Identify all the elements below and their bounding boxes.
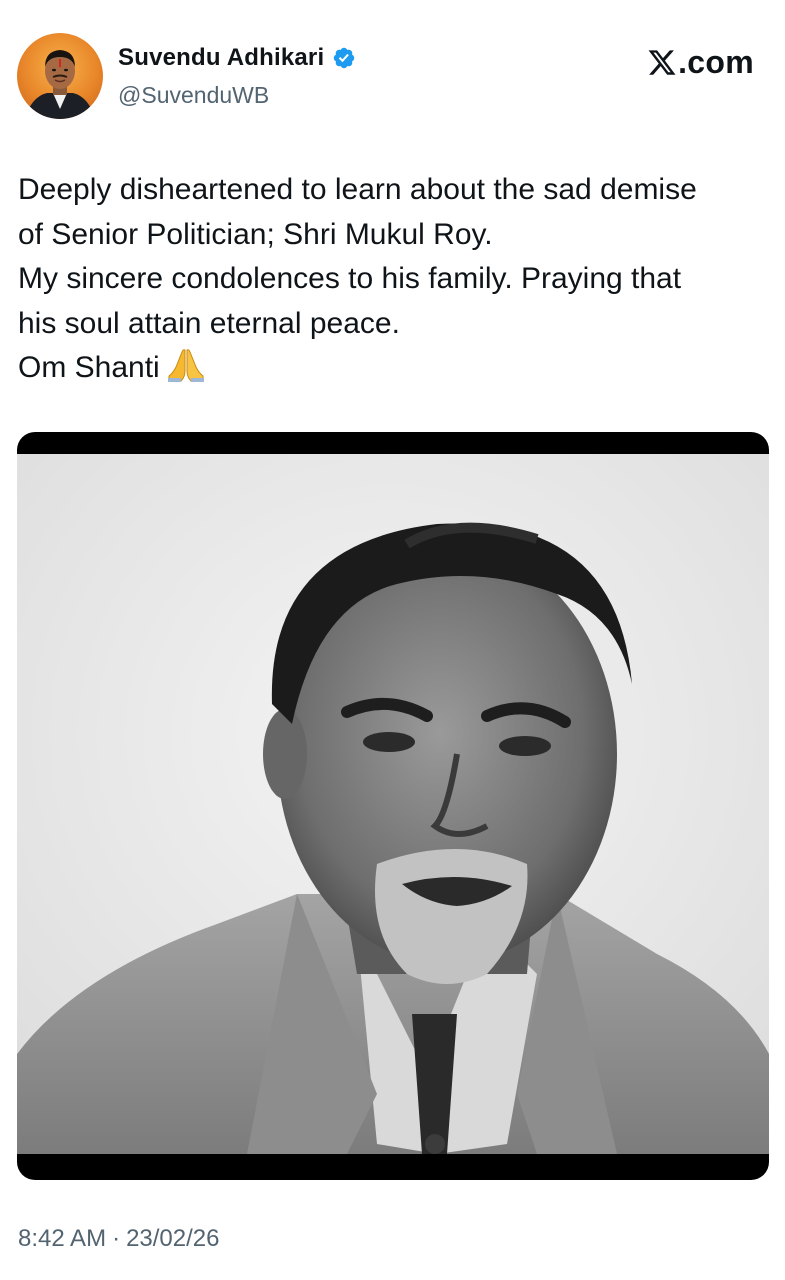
tweet-line-last: Om Shanti [18, 346, 768, 391]
tweet-line: of Senior Politician; Shri Mukul Roy. [18, 217, 493, 251]
verified-badge-icon [334, 47, 355, 69]
tweet-line: his soul attain eternal peace. [18, 306, 400, 340]
author-name-row[interactable]: Suvendu Adhikari [118, 44, 356, 72]
tweet-timestamp[interactable]: 8:42 AM · 23/02/26 [18, 1225, 219, 1253]
timestamp-separator: · [112, 1225, 121, 1252]
tweet-card: Suvendu Adhikari @SuvenduWB .com Deeply … [0, 0, 785, 1280]
tweet-text: Deeply disheartened to learn about the s… [18, 168, 768, 391]
tweet-line-text: Om Shanti [18, 351, 160, 384]
tweet-media[interactable] [17, 432, 769, 1180]
avatar-portrait-icon [25, 50, 95, 119]
tweet-time: 8:42 AM [18, 1225, 107, 1252]
author-handle[interactable]: @SuvenduWB [118, 82, 269, 109]
author-name[interactable]: Suvendu Adhikari [118, 44, 324, 72]
tweet-date: 23/02/26 [126, 1225, 220, 1252]
site-logo: .com [647, 44, 754, 81]
site-logo-text: .com [678, 44, 754, 80]
author-avatar[interactable] [17, 33, 103, 119]
x-logo-icon [648, 50, 676, 75]
tweet-line: My sincere condolences to his family. Pr… [18, 262, 682, 295]
tweet-line: Deeply disheartened to learn about the s… [18, 173, 697, 206]
folded-hands-icon [167, 349, 204, 382]
portrait-photo[interactable] [17, 454, 769, 1154]
